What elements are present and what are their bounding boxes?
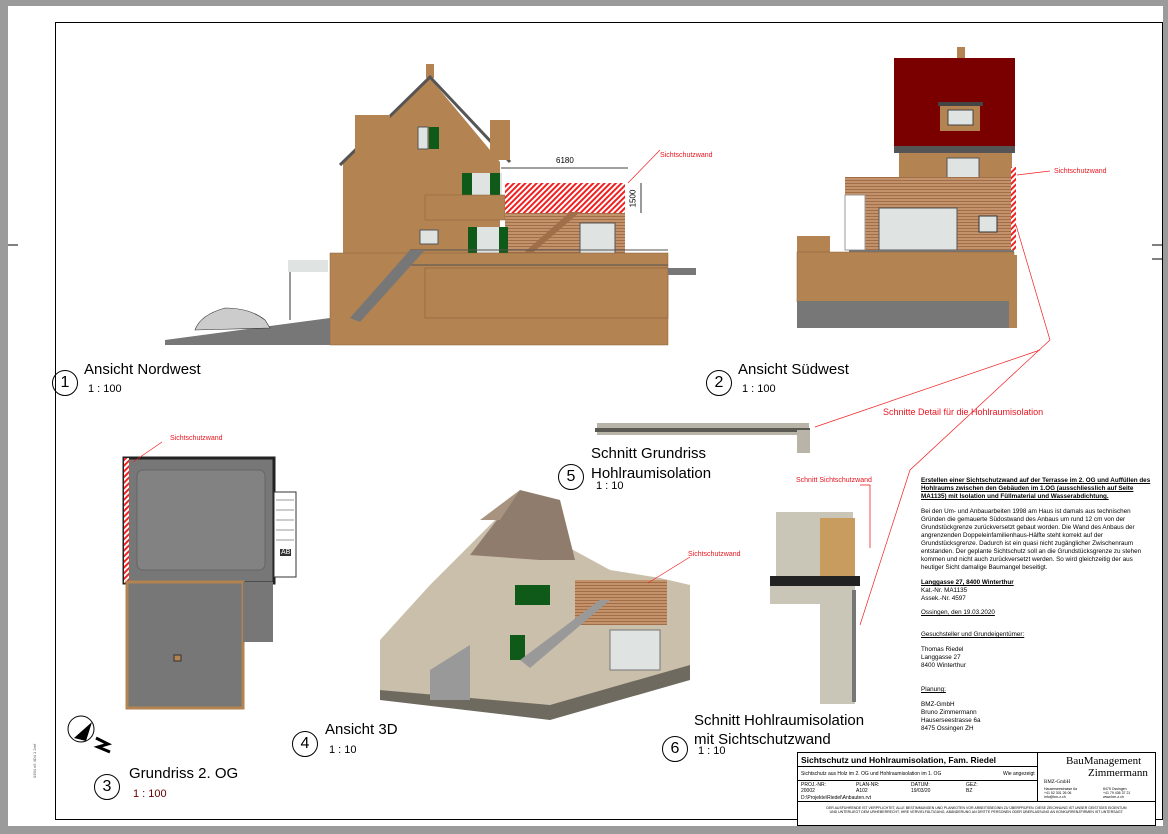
view-number-5: 5 xyxy=(558,464,584,490)
view-scale: 1 : 10 xyxy=(329,744,357,756)
planner-line: Bruno Zimmermann xyxy=(921,709,977,716)
view-scale: 1 : 100 xyxy=(133,788,167,800)
dimension-width: 6180 xyxy=(556,156,574,165)
description-heading: Erstellen einer Sichtschutzwand auf der … xyxy=(921,477,1151,500)
company-name-1: BauManagement xyxy=(1066,755,1142,767)
planner-line: BMZ-GmbH xyxy=(921,701,955,708)
view-scale: 1 : 100 xyxy=(88,383,122,395)
contact-left: Hauserseestrasse 6a +41 52 301 26 06 info@… xyxy=(1044,787,1078,799)
kat-nr: Kat.-Nr. MA1135 xyxy=(921,587,968,594)
title-block: Sichtschutz und Hohlraumisolation, Fam. … xyxy=(797,752,1156,826)
annotation-sichtschutzwand: Sichtschutzwand xyxy=(170,435,223,442)
view-title: Schnitt Hohlraumisolation xyxy=(694,712,865,729)
view-3d xyxy=(380,490,691,720)
view-scale: 1 : 100 xyxy=(742,383,776,395)
owner-line: Thomas Riedel xyxy=(921,646,964,653)
annotation-sichtschutzwand: Sichtschutzwand xyxy=(688,551,741,558)
view-number-3: 3 xyxy=(94,774,120,800)
margin-text: 0394 o5 4D4 1 2ref xyxy=(32,743,37,778)
planner-line: Hauserseestrasse 6a xyxy=(921,717,981,724)
floor-plan-2og xyxy=(122,441,297,710)
disclaimer: DER AUSFÜHRENDE IST VERPFLICHTET, ALLE B… xyxy=(826,806,1127,814)
annotation-sichtschutzwand: Sichtschutzwand xyxy=(660,152,713,159)
description-block: Erstellen einer Sichtschutzwand auf der … xyxy=(921,477,1153,733)
view-number-6: 6 xyxy=(662,736,688,762)
contact-right: 8475 Ossingen +41 79 436 37 21 www.bm-z.ch xyxy=(1103,787,1131,799)
view-number-2: 2 xyxy=(706,370,732,396)
owner-label: Gesuchsteller und Grundeigentümer: xyxy=(921,631,1025,638)
view-title: Schnitt Grundriss xyxy=(591,445,707,462)
owner-line: Langgasse 27 xyxy=(921,654,961,661)
date-place: Ossingen, den 19.03.2020 xyxy=(921,609,995,616)
address: Langgasse 27, 8400 Winterthur xyxy=(921,579,1014,586)
company-name-2: Zimmermann xyxy=(1088,767,1148,779)
annotation-sichtschutzwand: Sichtschutzwand xyxy=(1054,168,1107,175)
planner-line: 8475 Ossingen ZH xyxy=(921,725,974,732)
view-title: Ansicht Nordwest xyxy=(84,361,201,378)
annotation-schnitte-detail: Schnitte Detail für die Hohlraumisolatio… xyxy=(883,407,1044,417)
view-title: Ansicht 3D xyxy=(325,721,398,738)
company-small: BMZ-GmbH xyxy=(1044,780,1071,785)
view-scale: 1 : 10 xyxy=(698,745,726,757)
plan-label: AB xyxy=(280,549,292,556)
assek-nr: Assek.-Nr. 4597 xyxy=(921,595,966,602)
dimension-height: 1500 xyxy=(628,189,638,208)
view-number-4: 4 xyxy=(292,731,318,757)
view-title: Grundriss 2. OG xyxy=(129,765,239,782)
planning-label: Planung: xyxy=(921,686,946,693)
view-scale: 1 : 10 xyxy=(596,480,624,492)
owner-line: 8400 Winterthur xyxy=(921,662,966,669)
view-title: Ansicht Südwest xyxy=(738,361,849,378)
north-arrow-icon xyxy=(67,715,113,754)
elevation-northwest xyxy=(165,64,696,346)
drawing-sheet: 1 Ansicht Nordwest 1 : 100 2 Ansicht Süd… xyxy=(8,6,1163,826)
description-body: Bei den Um- und Anbauarbeiten 1998 am Ha… xyxy=(921,508,1142,571)
view-number-1: 1 xyxy=(52,370,78,396)
annotation-schnitt-sichtschutzwand: Schnitt Sichtschutzwand xyxy=(796,477,872,484)
section-cavity-screen xyxy=(770,484,871,704)
